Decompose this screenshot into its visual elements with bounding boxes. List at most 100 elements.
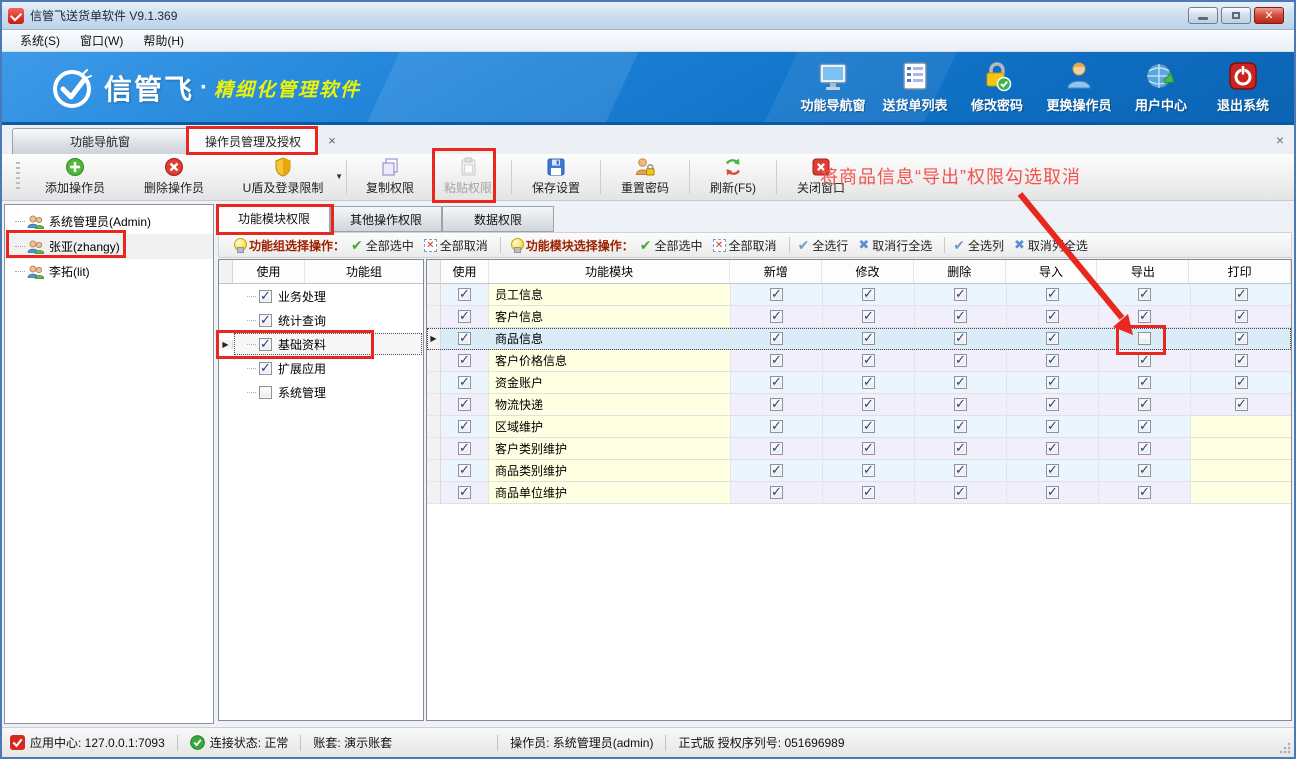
module-row[interactable]: ▶商品信息 xyxy=(427,328,1291,350)
module-row[interactable]: 物流快递 xyxy=(427,394,1291,416)
module-perm-checkbox[interactable] xyxy=(862,464,875,477)
group-row[interactable]: 统计查询 xyxy=(219,308,423,332)
module-perm-checkbox[interactable] xyxy=(1138,464,1151,477)
module-perm-checkbox[interactable] xyxy=(1046,464,1059,477)
module-use-checkbox[interactable] xyxy=(458,486,471,499)
group-row[interactable]: 业务处理 xyxy=(219,284,423,308)
menu-help[interactable]: 帮助(H) xyxy=(133,30,194,51)
restore-button[interactable] xyxy=(1221,7,1251,24)
module-perm-checkbox[interactable] xyxy=(1138,442,1151,455)
select-action[interactable]: ✔全选列 xyxy=(953,237,1004,254)
perm-tab-1[interactable]: 其他操作权限 xyxy=(330,206,442,232)
module-perm-checkbox[interactable] xyxy=(770,398,783,411)
module-perm-checkbox[interactable] xyxy=(954,332,967,345)
banner-action-switch-user[interactable]: 更换操作员 xyxy=(1038,60,1120,118)
module-perm-checkbox[interactable] xyxy=(954,398,967,411)
module-use-checkbox[interactable] xyxy=(458,310,471,323)
module-perm-checkbox[interactable] xyxy=(862,354,875,367)
group-use-checkbox[interactable] xyxy=(259,338,272,351)
banner-action-password-lock[interactable]: 修改密码 xyxy=(956,60,1038,118)
module-perm-checkbox[interactable] xyxy=(862,486,875,499)
module-row[interactable]: 资金账户 xyxy=(427,372,1291,394)
module-perm-checkbox[interactable] xyxy=(1046,442,1059,455)
toolbar-button-reset-password[interactable]: 重置密码 xyxy=(605,154,685,200)
module-perm-checkbox[interactable] xyxy=(770,464,783,477)
module-perm-checkbox[interactable] xyxy=(954,354,967,367)
module-perm-checkbox[interactable] xyxy=(770,442,783,455)
group-row[interactable]: 扩展应用 xyxy=(219,356,423,380)
module-use-checkbox[interactable] xyxy=(458,376,471,389)
banner-action-user-center-globe[interactable]: 用户中心 xyxy=(1120,60,1202,118)
module-use-checkbox[interactable] xyxy=(458,354,471,367)
module-perm-checkbox[interactable] xyxy=(862,398,875,411)
module-row[interactable]: 客户价格信息 xyxy=(427,350,1291,372)
tree-item-operator[interactable]: 系统管理员(Admin) xyxy=(5,209,213,234)
module-perm-checkbox[interactable] xyxy=(954,420,967,433)
module-perm-checkbox[interactable] xyxy=(954,310,967,323)
chevron-down-icon[interactable]: ▼ xyxy=(335,172,343,181)
module-perm-checkbox[interactable] xyxy=(1235,288,1248,301)
module-perm-checkbox[interactable] xyxy=(1138,420,1151,433)
toolbar-button-refresh[interactable]: 刷新(F5) xyxy=(694,154,772,200)
module-perm-checkbox[interactable] xyxy=(1046,420,1059,433)
module-perm-checkbox[interactable] xyxy=(862,288,875,301)
tab-function-navigator[interactable]: 功能导航窗 xyxy=(12,128,188,154)
module-perm-checkbox[interactable] xyxy=(1235,398,1248,411)
module-perm-checkbox[interactable] xyxy=(954,376,967,389)
module-row[interactable]: 员工信息 xyxy=(427,284,1291,306)
module-perm-checkbox[interactable] xyxy=(1046,288,1059,301)
module-perm-checkbox[interactable] xyxy=(770,332,783,345)
tree-item-operator[interactable]: 张亚(zhangy) xyxy=(5,234,213,259)
module-row[interactable]: 商品类别维护 xyxy=(427,460,1291,482)
group-row[interactable]: ▶基础资料 xyxy=(219,332,423,356)
module-perm-checkbox[interactable] xyxy=(862,332,875,345)
banner-action-power-exit[interactable]: 退出系统 xyxy=(1202,60,1284,118)
module-perm-checkbox[interactable] xyxy=(954,486,967,499)
module-perm-checkbox[interactable] xyxy=(862,420,875,433)
module-perm-checkbox[interactable] xyxy=(770,310,783,323)
select-action[interactable]: ✔全部选中 xyxy=(351,237,414,254)
toolbar-button-copy-permission[interactable]: 复制权限 xyxy=(351,154,429,200)
module-perm-checkbox[interactable] xyxy=(770,288,783,301)
module-use-checkbox[interactable] xyxy=(458,464,471,477)
module-use-checkbox[interactable] xyxy=(458,332,471,345)
module-perm-checkbox[interactable] xyxy=(770,354,783,367)
module-perm-checkbox[interactable] xyxy=(862,376,875,389)
module-perm-checkbox[interactable] xyxy=(954,288,967,301)
module-perm-checkbox[interactable] xyxy=(1046,354,1059,367)
module-row[interactable]: 客户信息 xyxy=(427,306,1291,328)
module-use-checkbox[interactable] xyxy=(458,420,471,433)
close-button[interactable]: ✕ xyxy=(1254,7,1284,24)
module-perm-checkbox[interactable] xyxy=(770,376,783,389)
module-use-checkbox[interactable] xyxy=(458,288,471,301)
module-perm-checkbox[interactable] xyxy=(1046,398,1059,411)
toolbar-button-close-window[interactable]: 关闭窗口 xyxy=(781,154,861,200)
toolbar-button-delete-operator[interactable]: 删除操作员 xyxy=(124,154,224,200)
group-use-checkbox[interactable] xyxy=(259,314,272,327)
perm-tab-2[interactable]: 数据权限 xyxy=(442,206,554,232)
module-perm-checkbox[interactable] xyxy=(862,442,875,455)
module-perm-checkbox[interactable] xyxy=(770,420,783,433)
module-use-checkbox[interactable] xyxy=(458,398,471,411)
module-row[interactable]: 商品单位维护 xyxy=(427,482,1291,504)
tab-close-icon[interactable]: × xyxy=(324,133,340,148)
module-perm-checkbox[interactable] xyxy=(1235,332,1248,345)
module-perm-checkbox[interactable] xyxy=(954,442,967,455)
select-action[interactable]: ✔全部选中 xyxy=(640,237,703,254)
menu-system[interactable]: 系统(S) xyxy=(10,30,70,51)
select-action[interactable]: ✔全选行 xyxy=(798,237,849,254)
module-perm-checkbox[interactable] xyxy=(770,486,783,499)
resize-grip[interactable] xyxy=(1279,742,1291,754)
module-perm-checkbox[interactable] xyxy=(1046,376,1059,389)
module-perm-checkbox[interactable] xyxy=(1138,332,1151,345)
toolbar-button-save-settings[interactable]: 保存设置 xyxy=(516,154,596,200)
module-row[interactable]: 客户类别维护 xyxy=(427,438,1291,460)
toolbar-button-add-operator[interactable]: 添加操作员 xyxy=(26,154,124,200)
select-action[interactable]: ✖取消行全选 xyxy=(858,237,932,254)
group-use-checkbox[interactable] xyxy=(259,386,272,399)
module-perm-checkbox[interactable] xyxy=(1235,376,1248,389)
module-perm-checkbox[interactable] xyxy=(1046,486,1059,499)
group-use-checkbox[interactable] xyxy=(259,290,272,303)
module-perm-checkbox[interactable] xyxy=(1138,376,1151,389)
module-perm-checkbox[interactable] xyxy=(954,464,967,477)
